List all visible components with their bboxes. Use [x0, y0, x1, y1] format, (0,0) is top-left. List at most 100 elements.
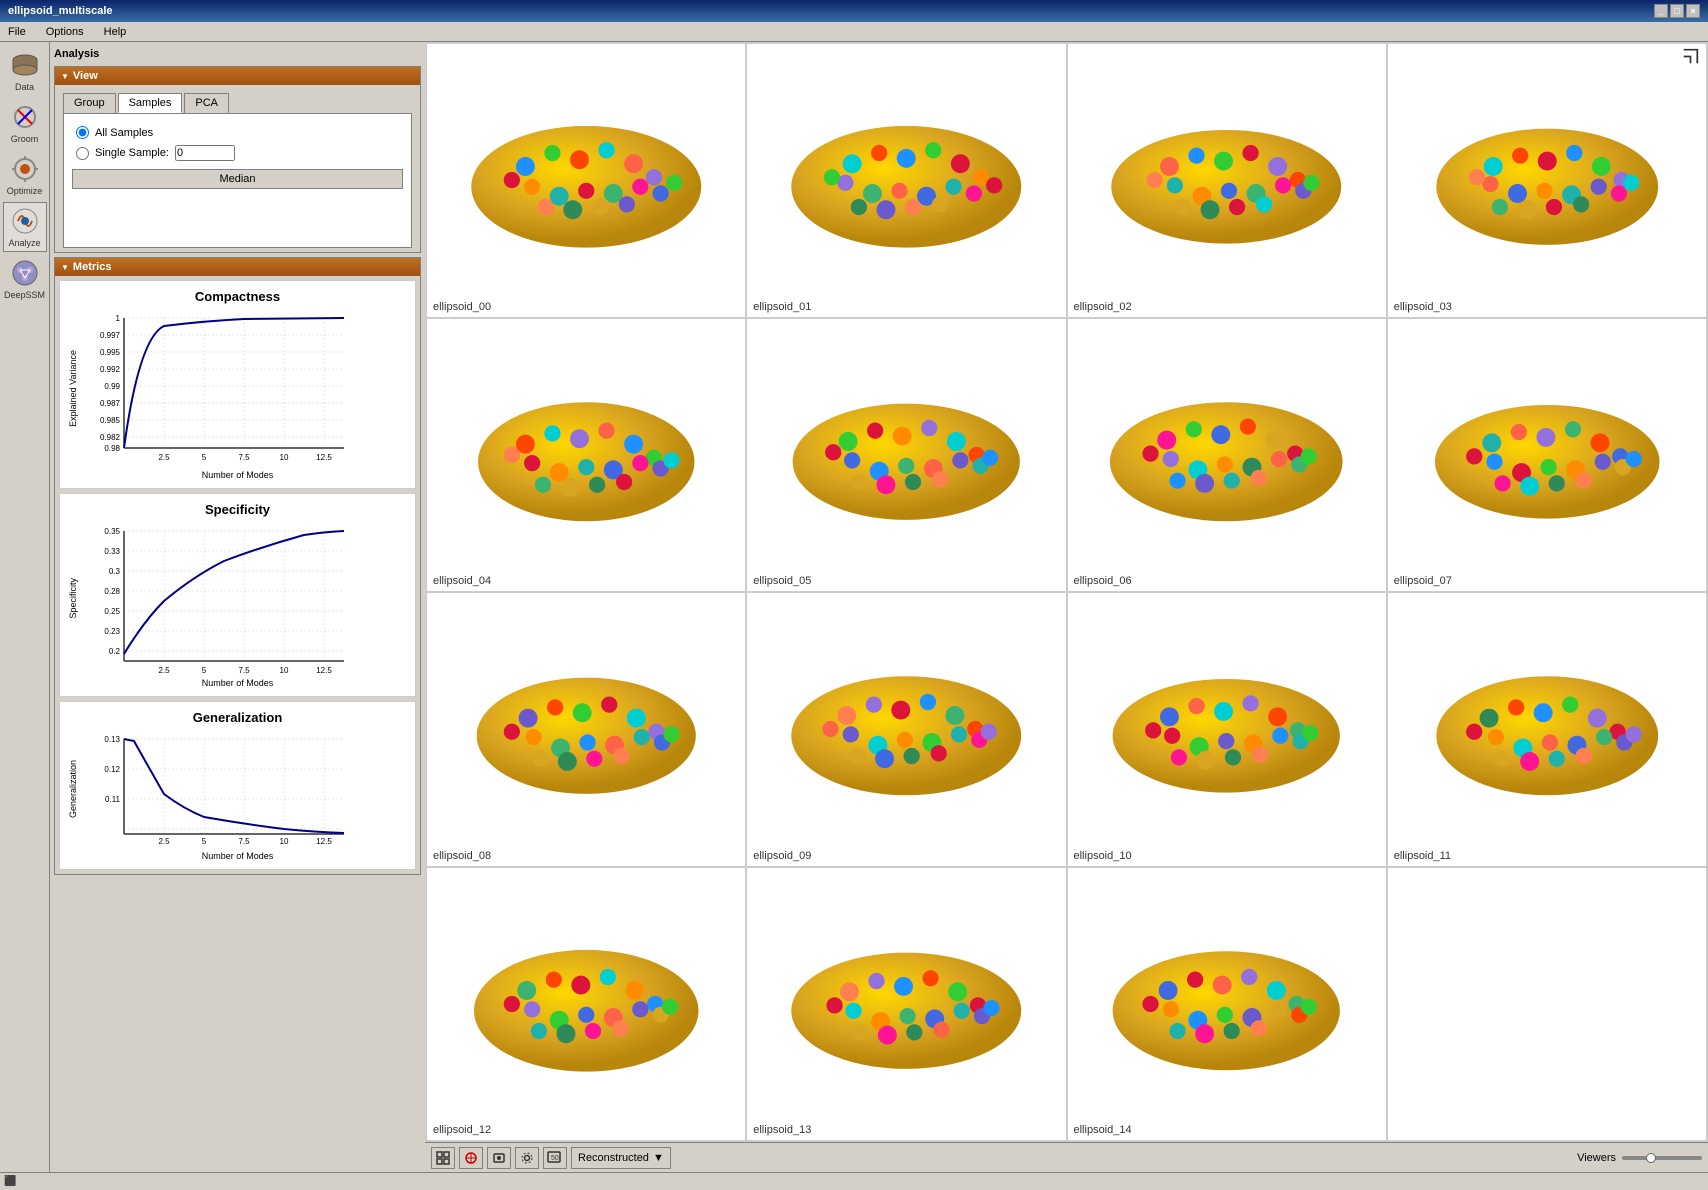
shape-svg-08	[451, 620, 722, 838]
specificity-chart-row: Specificity	[68, 521, 407, 676]
shape-label-14: ellipsoid_14	[1074, 1124, 1132, 1136]
reconstructed-dropdown[interactable]: Reconstructed ▼	[571, 1147, 671, 1169]
shape-label-01: ellipsoid_01	[753, 301, 811, 313]
shape-label-06: ellipsoid_06	[1074, 575, 1132, 587]
shape-label-08: ellipsoid_08	[433, 850, 491, 862]
svg-text:5: 5	[202, 453, 207, 462]
median-button[interactable]: Median	[72, 169, 403, 189]
groom-icon-btn[interactable]: Groom	[3, 98, 47, 148]
left-panel: Analysis ▼ View Group Samples PCA All Sa…	[50, 42, 425, 1172]
svg-text:0.987: 0.987	[100, 399, 121, 408]
grid-view-button[interactable]	[431, 1147, 455, 1169]
menu-options[interactable]: Options	[42, 24, 88, 40]
data-icon-btn[interactable]: Data	[3, 46, 47, 96]
shape-label-10: ellipsoid_10	[1074, 850, 1132, 862]
shape-cell-10: ellipsoid_10	[1067, 592, 1387, 867]
menu-file[interactable]: File	[4, 24, 30, 40]
svg-text:0.25: 0.25	[104, 607, 120, 616]
tab-pca[interactable]: PCA	[184, 93, 229, 113]
deepssm-icon	[10, 258, 40, 288]
screenshot-button[interactable]	[487, 1147, 511, 1169]
shape-label-02: ellipsoid_02	[1074, 301, 1132, 313]
svg-text:12.5: 12.5	[316, 666, 332, 675]
data-label: Data	[15, 82, 34, 92]
shape-cell-11: ellipsoid_11	[1387, 592, 1707, 867]
tab-samples[interactable]: Samples	[118, 93, 183, 113]
viewers-label: Viewers	[1577, 1152, 1616, 1164]
single-sample-label: Single Sample:	[95, 147, 169, 159]
viewers-section: Viewers	[1577, 1152, 1702, 1164]
shape-label-13: ellipsoid_13	[753, 1124, 811, 1136]
svg-text:0.985: 0.985	[100, 416, 121, 425]
svg-text:2.5: 2.5	[158, 666, 170, 675]
analyze-label: Analyze	[8, 238, 40, 248]
groom-label: Groom	[11, 134, 39, 144]
shape-label-11: ellipsoid_11	[1394, 850, 1451, 862]
all-samples-radio[interactable]	[76, 126, 89, 139]
svg-text:0.3: 0.3	[109, 567, 121, 576]
svg-text:0.23: 0.23	[104, 627, 120, 636]
center-button[interactable]	[459, 1147, 483, 1169]
shape-svg-12	[451, 895, 722, 1113]
shape-label-09: ellipsoid_09	[753, 850, 811, 862]
shape-svg-11	[1412, 620, 1683, 838]
minimize-button[interactable]: _	[1654, 4, 1668, 18]
all-samples-row: All Samples	[76, 126, 399, 139]
view-tabs: Group Samples PCA	[59, 89, 416, 113]
svg-text:10: 10	[280, 453, 289, 462]
single-sample-radio[interactable]	[76, 147, 89, 160]
close-button[interactable]: ×	[1686, 4, 1700, 18]
viewers-slider[interactable]	[1622, 1156, 1702, 1160]
single-sample-input[interactable]	[175, 145, 235, 161]
shape-svg-02	[1091, 71, 1362, 289]
zoom-button[interactable]: 50	[543, 1147, 567, 1169]
svg-text:7.5: 7.5	[238, 666, 250, 675]
shape-label-12: ellipsoid_12	[433, 1124, 491, 1136]
svg-text:2.5: 2.5	[158, 837, 170, 846]
corner-icon	[1682, 48, 1702, 68]
optimize-label: Optimize	[7, 186, 43, 196]
extra-space	[72, 189, 403, 239]
svg-text:0.992: 0.992	[100, 365, 121, 374]
generalization-title: Generalization	[68, 710, 407, 725]
svg-text:0.2: 0.2	[109, 647, 121, 656]
shape-cell-00: ellipsoid_00	[426, 43, 746, 318]
svg-text:0.99: 0.99	[104, 382, 120, 391]
svg-text:1: 1	[116, 314, 121, 323]
window-controls: _ □ ×	[1654, 4, 1700, 18]
status-bar: ⬛	[0, 1172, 1708, 1190]
icon-toolbar: Data Groom Optimize	[0, 42, 50, 1172]
tab-group[interactable]: Group	[63, 93, 116, 113]
svg-text:7.5: 7.5	[238, 453, 250, 462]
window-title: ellipsoid_multiscale	[8, 5, 113, 17]
optimize-icon-btn[interactable]: Optimize	[3, 150, 47, 200]
shape-label-04: ellipsoid_04	[433, 575, 491, 587]
shape-cell-01: ellipsoid_01	[746, 43, 1066, 318]
svg-text:12.5: 12.5	[316, 453, 332, 462]
menu-bar: File Options Help	[0, 22, 1708, 42]
analyze-icon-btn[interactable]: Analyze	[3, 202, 47, 252]
view-triangle-icon: ▼	[61, 72, 69, 81]
compactness-x-label: Number of Modes	[68, 470, 407, 480]
svg-text:0.13: 0.13	[104, 735, 120, 744]
shape-svg-05	[771, 346, 1042, 564]
shape-cell-14: ellipsoid_14	[1067, 867, 1387, 1142]
settings-button[interactable]	[515, 1147, 539, 1169]
generalization-x-label: Number of Modes	[68, 851, 407, 861]
reconstructed-label: Reconstructed	[578, 1152, 649, 1164]
status-icon: ⬛	[4, 1176, 16, 1187]
deepssm-label: DeepSSM	[4, 290, 45, 300]
svg-text:0.997: 0.997	[100, 331, 121, 340]
svg-text:12.5: 12.5	[316, 837, 332, 846]
maximize-button[interactable]: □	[1670, 4, 1684, 18]
menu-help[interactable]: Help	[100, 24, 131, 40]
view-panel-content: Group Samples PCA All Samples Single Sam…	[55, 85, 420, 252]
shape-grid: ellipsoid_00	[425, 42, 1708, 1142]
specificity-title: Specificity	[68, 502, 407, 517]
shape-svg-13	[771, 895, 1042, 1113]
svg-text:2.5: 2.5	[158, 453, 170, 462]
deepssm-icon-btn[interactable]: DeepSSM	[3, 254, 47, 304]
svg-text:10: 10	[280, 666, 289, 675]
metrics-panel-label: Metrics	[73, 261, 112, 273]
generalization-chart: Generalization Generalization	[59, 701, 416, 870]
